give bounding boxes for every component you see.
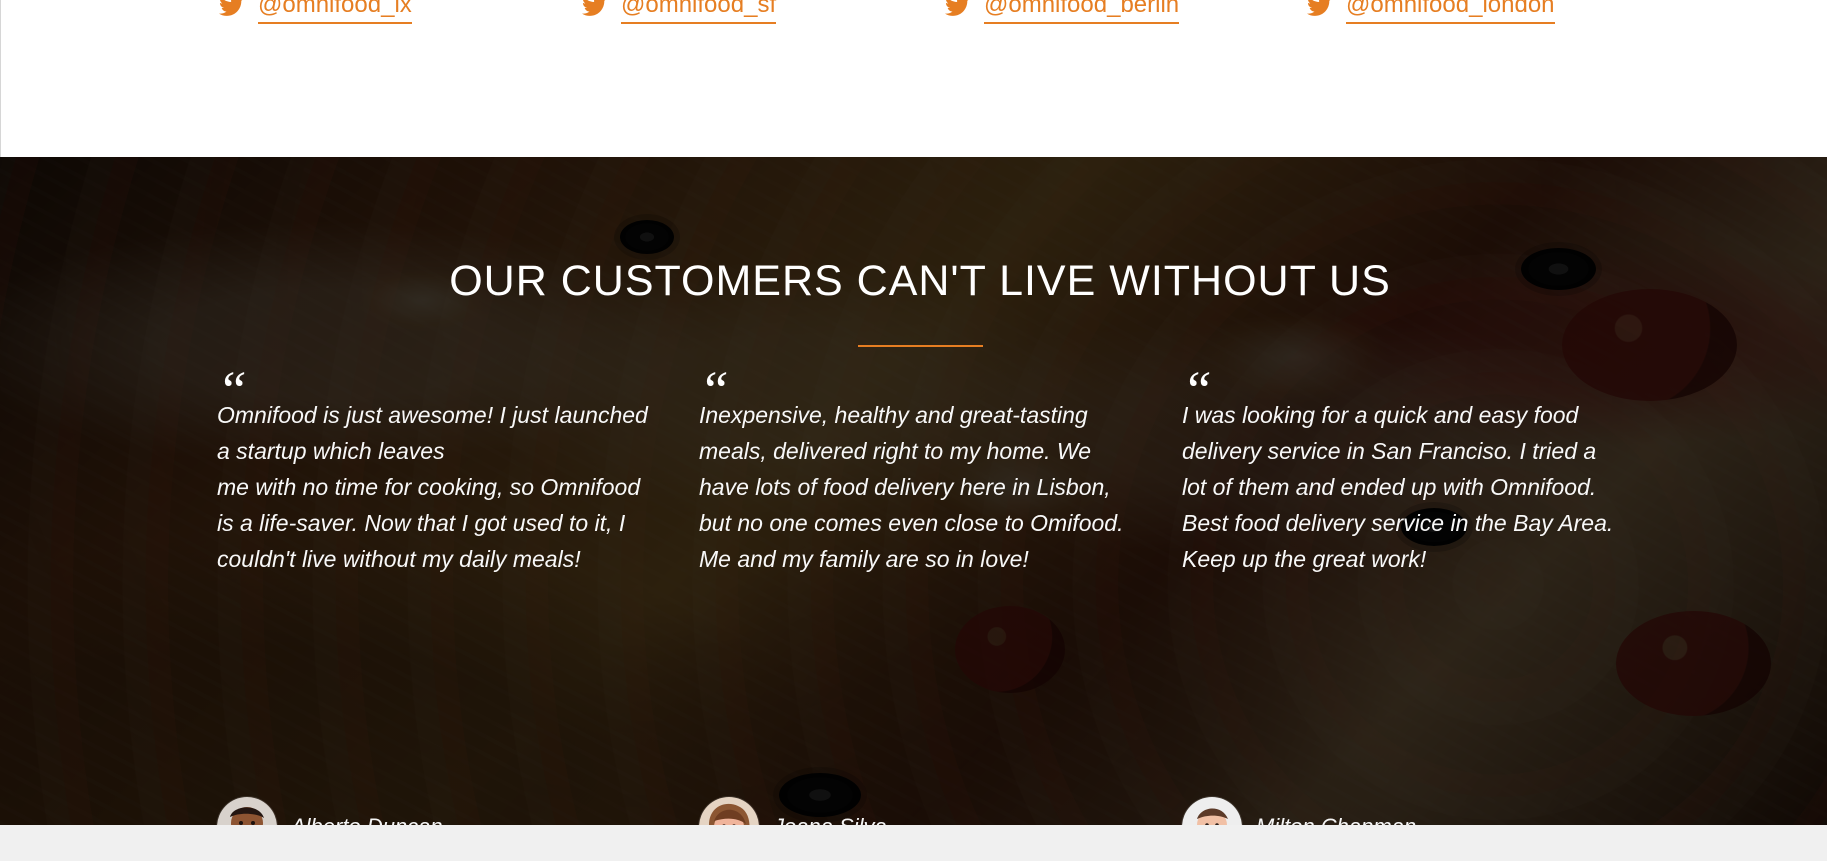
twitter-icon: [945, 0, 969, 16]
customer-citation: Milton Chapman: [1182, 797, 1416, 825]
twitter-handle-san-francisco[interactable]: @omnifood_sf: [621, 0, 777, 24]
section-title: OUR CUSTOMERS CAN'T LIVE WITHOUT US: [449, 257, 1391, 305]
title-underline: [858, 345, 983, 347]
customer-avatar: [217, 797, 277, 825]
twitter-link-london[interactable]: @omnifood_london: [1307, 0, 1555, 25]
twitter-link-berlin[interactable]: @omnifood_berlin: [945, 0, 1180, 25]
testimonial-card: “ Omnifood is just awesome! I just launc…: [217, 360, 661, 825]
twitter-link-lisbon[interactable]: @omnifood_lx: [219, 0, 412, 25]
twitter-icon: [1307, 0, 1331, 16]
customer-testimonials-section: OUR CUSTOMERS CAN'T LIVE WITHOUT US “ Om…: [0, 157, 1827, 825]
customer-name: Milton Chapman: [1256, 812, 1416, 825]
customer-avatar: [1182, 797, 1242, 825]
city-social-links-section: @omnifood_lx @omnifood_sf @omnifood_berl…: [0, 0, 1827, 157]
twitter-handle-lisbon[interactable]: @omnifood_lx: [258, 0, 412, 24]
twitter-link-san-francisco[interactable]: @omnifood_sf: [582, 0, 777, 25]
testimonial-card: “ Inexpensive, healthy and great-tasting…: [699, 360, 1143, 825]
customer-avatar: [699, 797, 759, 825]
testimonial-text: Inexpensive, healthy and great-tasting m…: [699, 402, 1124, 572]
quote-mark: “: [1182, 360, 1213, 420]
customer-name: Joana Silva: [773, 812, 887, 825]
quote-mark: “: [699, 360, 730, 420]
twitter-icon: [582, 0, 606, 16]
twitter-icon: [219, 0, 243, 16]
testimonials-content: OUR CUSTOMERS CAN'T LIVE WITHOUT US “ Om…: [0, 157, 1827, 825]
testimonial-text: Omnifood is just awesome! I just launche…: [217, 402, 648, 572]
quote-mark: “: [217, 360, 248, 420]
twitter-handle-london[interactable]: @omnifood_london: [1346, 0, 1555, 24]
testimonial-card: “ I was looking for a quick and easy foo…: [1182, 360, 1626, 825]
twitter-handle-berlin[interactable]: @omnifood_berlin: [984, 0, 1180, 24]
customer-name: Alberto Duncan: [291, 812, 443, 825]
next-section-background: [0, 825, 1827, 861]
customer-citation: Joana Silva: [699, 797, 887, 825]
testimonial-text: I was looking for a quick and easy food …: [1182, 402, 1614, 572]
customer-citation: Alberto Duncan: [217, 797, 443, 825]
omnifood-page: @omnifood_lx @omnifood_sf @omnifood_berl…: [0, 0, 1827, 861]
